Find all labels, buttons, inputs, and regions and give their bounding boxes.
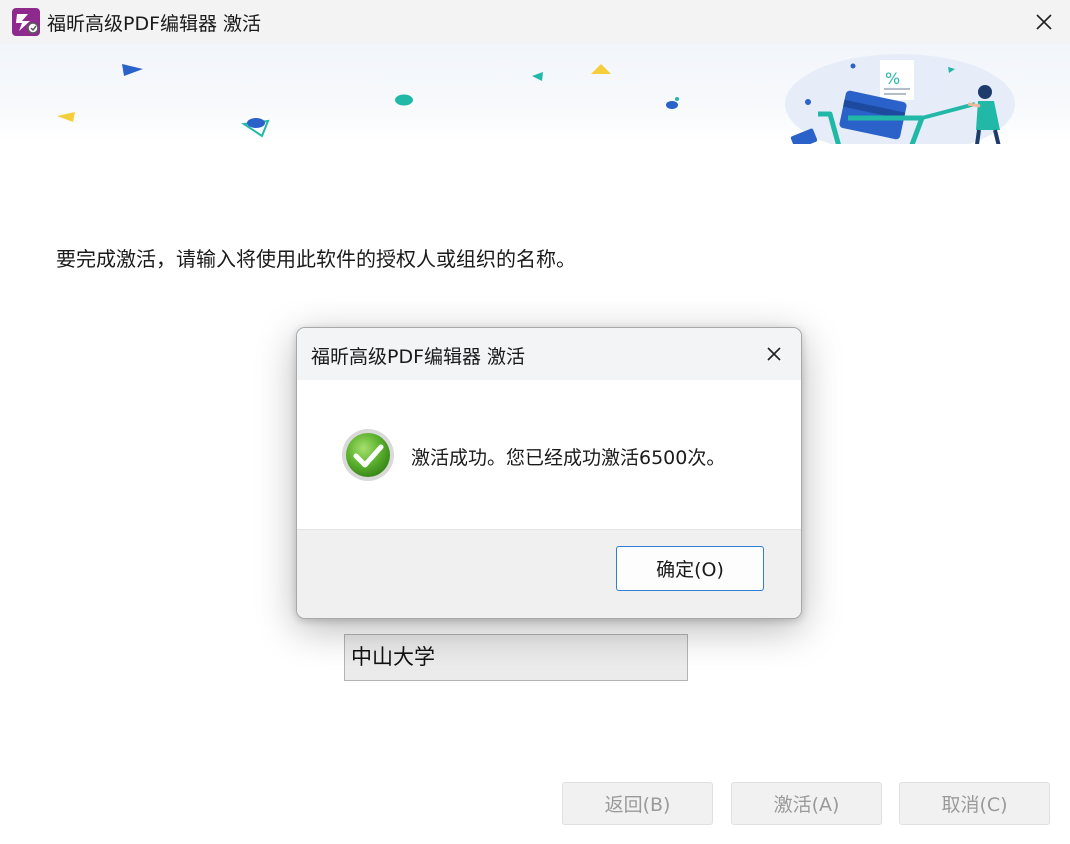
dialog-title-bar: 福昕高级PDF编辑器 激活 [297, 328, 801, 380]
cancel-button[interactable]: 取消(C) [899, 782, 1050, 825]
window-title: 福昕高级PDF编辑器 激活 [47, 13, 262, 35]
decorative-banner: % [0, 44, 1070, 144]
activation-success-dialog: 福昕高级PDF编辑器 激活 激活成功。您已经成功激活6500次。 确定(O) [296, 327, 802, 619]
dialog-footer: 确定(O) [297, 529, 801, 618]
close-icon [767, 347, 781, 361]
licensee-name-field[interactable]: 中山大学 [344, 634, 688, 681]
title-bar: 福昕高级PDF编辑器 激活 [0, 0, 1070, 44]
success-check-icon [341, 428, 395, 482]
ok-button[interactable]: 确定(O) [616, 546, 764, 591]
window-close-button[interactable] [1026, 4, 1062, 40]
dialog-message: 激活成功。您已经成功激活6500次。 [411, 447, 726, 469]
dialog-body: 激活成功。您已经成功激活6500次。 [297, 380, 801, 529]
svg-text:%: % [885, 69, 900, 88]
dialog-close-button[interactable] [761, 341, 787, 367]
back-button[interactable]: 返回(B) [562, 782, 713, 825]
activate-button[interactable]: 激活(A) [731, 782, 882, 825]
activation-window: 福昕高级PDF编辑器 激活 % 要完成激活，请输入将使用此软件的授权人或组织的名… [0, 0, 1070, 844]
foxit-app-icon [12, 8, 40, 36]
close-icon [1036, 14, 1052, 30]
dialog-title: 福昕高级PDF编辑器 激活 [311, 346, 526, 368]
instruction-text: 要完成激活，请输入将使用此软件的授权人或组织的名称。 [56, 247, 576, 271]
